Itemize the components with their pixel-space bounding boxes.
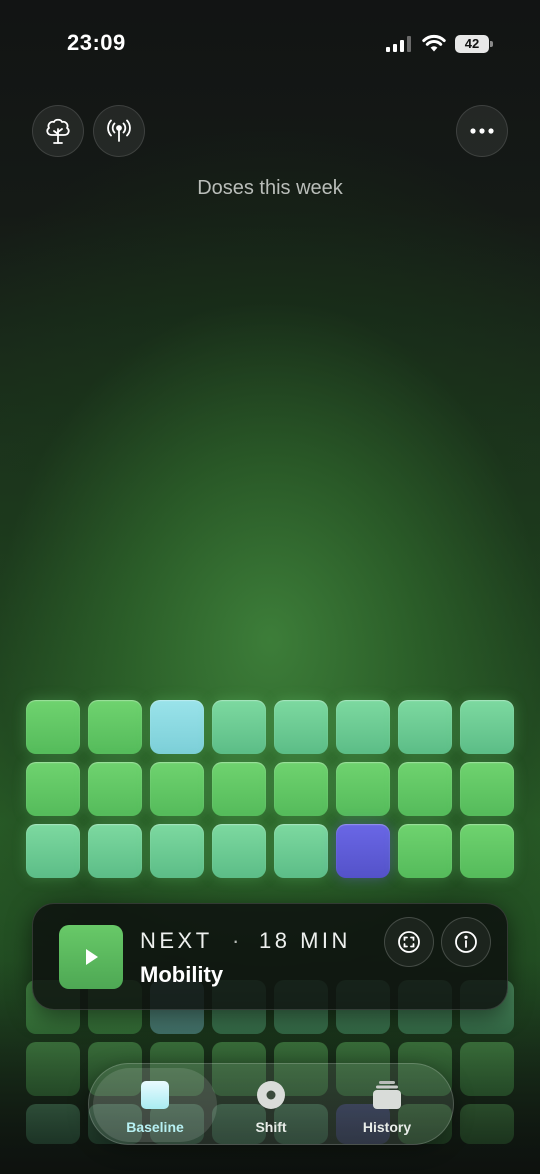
disc-icon: [257, 1081, 285, 1109]
next-duration: 18 MIN: [259, 928, 351, 953]
dose-tile[interactable]: [150, 700, 204, 754]
dose-tile[interactable]: [212, 762, 266, 816]
dose-tile[interactable]: [26, 824, 80, 878]
dose-tile[interactable]: [336, 824, 390, 878]
tab-label: Shift: [255, 1119, 287, 1135]
dose-tile[interactable]: [274, 762, 328, 816]
tab-shift[interactable]: Shift: [209, 1068, 333, 1142]
ellipsis-icon: [470, 128, 494, 134]
play-icon: [86, 949, 98, 965]
dose-tile[interactable]: [212, 824, 266, 878]
dose-tile[interactable]: [212, 700, 266, 754]
tree-button[interactable]: [32, 105, 84, 157]
info-icon: [455, 931, 477, 953]
dose-tile[interactable]: [398, 762, 452, 816]
dose-tile[interactable]: [274, 824, 328, 878]
dose-tile[interactable]: [460, 700, 514, 754]
dose-tile[interactable]: [398, 700, 452, 754]
bottom-tab-bar: Baseline Shift History: [88, 1063, 454, 1145]
focus-icon: [398, 931, 420, 953]
stack-icon: [373, 1081, 401, 1109]
play-button[interactable]: [59, 925, 123, 989]
dose-tile[interactable]: [88, 824, 142, 878]
dose-tile[interactable]: [150, 824, 204, 878]
dose-tile[interactable]: [88, 700, 142, 754]
cellular-signal-icon: [386, 36, 411, 52]
next-session-name: Mobility: [140, 962, 224, 987]
tree-icon: [46, 118, 70, 144]
square-icon: [141, 1081, 169, 1109]
page-title: Doses this week: [197, 177, 343, 199]
dose-tile[interactable]: [88, 762, 142, 816]
battery-level: 42: [455, 35, 489, 53]
tab-baseline[interactable]: Baseline: [93, 1068, 217, 1142]
dose-tile[interactable]: [274, 700, 328, 754]
next-separator: ·: [232, 928, 240, 953]
battery-indicator: 42: [455, 35, 493, 53]
dose-tile[interactable]: [26, 700, 80, 754]
dose-tile[interactable]: [460, 824, 514, 878]
dose-tile[interactable]: [398, 824, 452, 878]
tab-label: History: [362, 1119, 412, 1135]
focus-button[interactable]: [384, 917, 434, 967]
dose-tile[interactable]: [336, 700, 390, 754]
dose-tile[interactable]: [460, 762, 514, 816]
info-button[interactable]: [441, 917, 491, 967]
tab-history[interactable]: History: [325, 1068, 449, 1142]
dose-tile[interactable]: [336, 762, 390, 816]
wifi-icon: [422, 34, 446, 52]
next-session-card[interactable]: NEXT · 18 MIN Mobility: [32, 903, 508, 1010]
status-time: 23:09: [67, 30, 126, 55]
dose-tile[interactable]: [26, 762, 80, 816]
tab-label: Baseline: [126, 1119, 184, 1135]
status-bar: 23:09 42: [0, 0, 540, 88]
dose-tile[interactable]: [150, 762, 204, 816]
battery-tip: [490, 41, 493, 47]
broadcast-button[interactable]: [93, 105, 145, 157]
antenna-icon: [107, 119, 131, 142]
next-label: NEXT: [140, 928, 213, 953]
more-options-button[interactable]: [456, 105, 508, 157]
